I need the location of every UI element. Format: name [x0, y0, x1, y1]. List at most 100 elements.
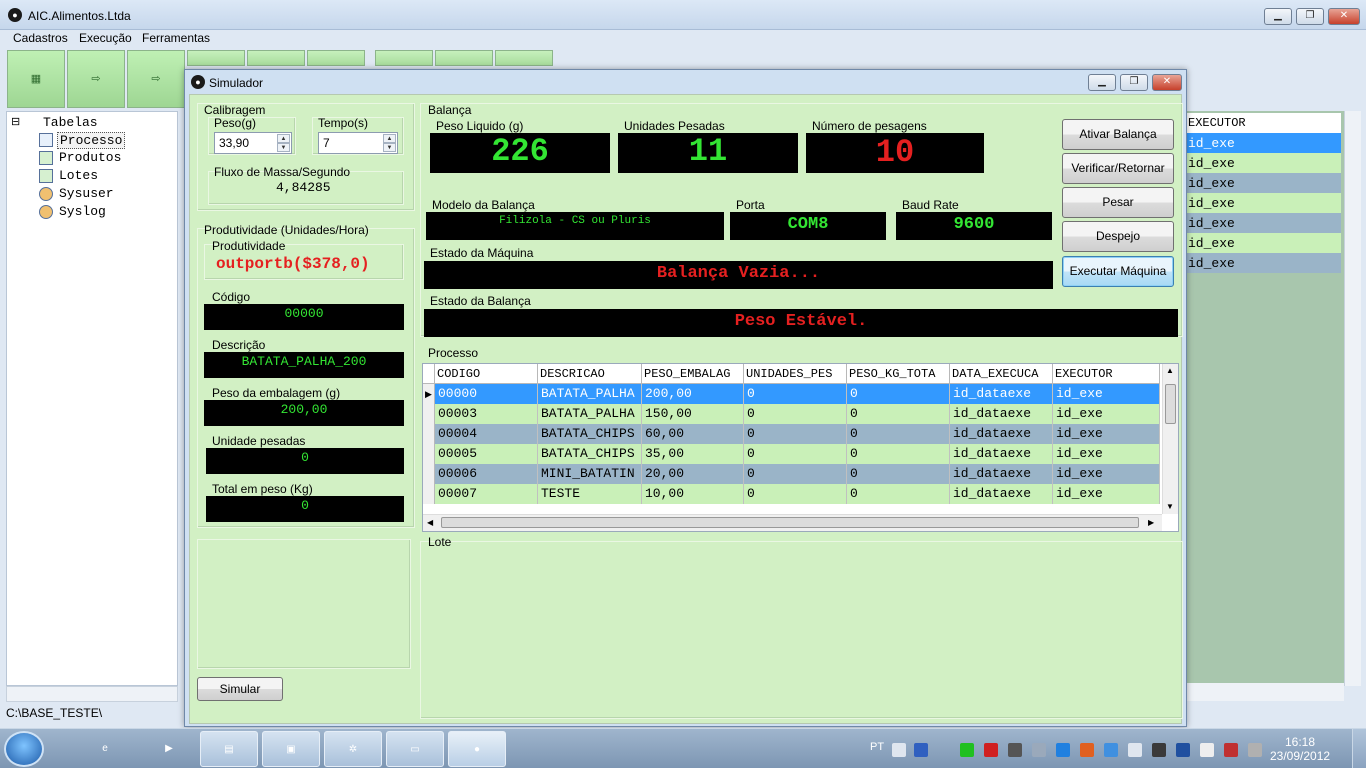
- background-grid-cell[interactable]: id_exe: [1186, 193, 1341, 213]
- tempo-input[interactable]: 7 ▲ ▼: [318, 132, 398, 154]
- table-cell[interactable]: id_dataexe: [950, 464, 1053, 484]
- table-cell[interactable]: 0: [847, 464, 950, 484]
- scroll-right-icon[interactable]: ▶: [1148, 518, 1154, 527]
- table-cell[interactable]: 0: [847, 384, 950, 404]
- table-row[interactable]: 00003 BATATA_PALHA 150,00 0 0 id_dataexe id_ex…: [423, 404, 1160, 424]
- row-indicator[interactable]: [423, 404, 435, 424]
- table-cell[interactable]: 0: [744, 424, 847, 444]
- table-cell[interactable]: 0: [847, 404, 950, 424]
- column-header[interactable]: UNIDADES_PES: [744, 364, 847, 384]
- tray-music-icon[interactable]: [1152, 743, 1166, 757]
- table-cell[interactable]: 35,00: [642, 444, 744, 464]
- table-cell[interactable]: id_dataexe: [950, 424, 1053, 444]
- table-row[interactable]: ▶ 00000 BATATA_PALHA 200,00 0 0 id_dataexe id_e…: [423, 384, 1160, 404]
- taskbar-media-icon[interactable]: ▶: [140, 731, 198, 767]
- peso-input[interactable]: 33,90 ▲ ▼: [214, 132, 292, 154]
- tree-root-tabelas[interactable]: Tabelas: [43, 115, 98, 130]
- toolbar-export2-button[interactable]: ⇨: [127, 50, 185, 108]
- tray-green-icon[interactable]: [960, 743, 974, 757]
- toolbar-button-8[interactable]: [435, 50, 493, 66]
- tree-item-processo[interactable]: Processo: [57, 132, 126, 149]
- table-cell[interactable]: 00000: [435, 384, 538, 404]
- row-indicator[interactable]: [423, 424, 435, 444]
- dialog-close-button[interactable]: ✕: [1152, 74, 1182, 91]
- toolbar-button-5[interactable]: [247, 50, 305, 66]
- peso-up-icon[interactable]: ▲: [277, 134, 290, 143]
- table-row[interactable]: 00005 BATATA_CHIPS 35,00 0 0 id_dataexe id_exe: [423, 444, 1160, 464]
- close-button[interactable]: ✕: [1328, 8, 1360, 25]
- table-cell[interactable]: 0: [744, 484, 847, 504]
- table-cell[interactable]: 00006: [435, 464, 538, 484]
- processo-grid[interactable]: CODIGO DESCRICAO PESO_EMBALAG UNIDADES_P…: [422, 363, 1179, 532]
- background-grid-cell[interactable]: id_exe: [1186, 133, 1341, 153]
- taskbar-ie-icon[interactable]: e: [76, 731, 134, 767]
- main-horizontal-scrollbar[interactable]: [1186, 683, 1344, 701]
- table-cell[interactable]: 00005: [435, 444, 538, 464]
- simular-button[interactable]: Simular: [197, 677, 283, 701]
- tree-item-syslog[interactable]: Syslog: [59, 204, 106, 219]
- table-cell[interactable]: id_exe: [1053, 384, 1160, 404]
- peso-down-icon[interactable]: ▼: [277, 143, 290, 152]
- tray-network-x-icon[interactable]: [1248, 743, 1262, 757]
- tray-acrobat-icon[interactable]: [984, 743, 998, 757]
- background-grid-cell[interactable]: id_exe: [1186, 213, 1341, 233]
- main-vertical-scrollbar[interactable]: [1344, 111, 1361, 686]
- table-cell[interactable]: id_exe: [1053, 484, 1160, 504]
- menu-ferramentas[interactable]: Ferramentas: [142, 31, 210, 45]
- restore-button[interactable]: ❐: [1296, 8, 1324, 25]
- grid-horizontal-scrollbar[interactable]: ◀ ▶: [423, 514, 1162, 531]
- tray-display-icon[interactable]: [1176, 743, 1190, 757]
- table-cell[interactable]: 0: [847, 444, 950, 464]
- tray-cloud-icon[interactable]: [1104, 743, 1118, 757]
- tree-item-produtos[interactable]: Produtos: [59, 150, 121, 165]
- scroll-down-icon[interactable]: ▼: [1166, 502, 1174, 511]
- tempo-up-icon[interactable]: ▲: [383, 134, 396, 143]
- tree-item-lotes[interactable]: Lotes: [59, 168, 98, 183]
- table-cell[interactable]: BATATA_PALHA: [538, 384, 642, 404]
- table-cell[interactable]: 0: [847, 484, 950, 504]
- column-header[interactable]: PESO_KG_TOTA: [847, 364, 950, 384]
- taskbar-settings-icon[interactable]: ✲: [324, 731, 382, 767]
- table-cell[interactable]: 0: [744, 384, 847, 404]
- table-cell[interactable]: 00003: [435, 404, 538, 424]
- pesar-button[interactable]: Pesar: [1062, 187, 1174, 218]
- table-cell[interactable]: id_exe: [1053, 444, 1160, 464]
- table-cell[interactable]: BATATA_CHIPS: [538, 424, 642, 444]
- keyboard-icon[interactable]: [892, 743, 906, 757]
- background-grid-cell[interactable]: id_exe: [1186, 253, 1341, 273]
- table-cell[interactable]: 200,00: [642, 384, 744, 404]
- tray-network-icon[interactable]: [1032, 743, 1046, 757]
- table-cell[interactable]: 60,00: [642, 424, 744, 444]
- row-indicator[interactable]: [423, 484, 435, 504]
- grid-vertical-scrollbar[interactable]: ▲ ▼: [1162, 364, 1178, 514]
- row-indicator[interactable]: [423, 464, 435, 484]
- table-cell[interactable]: 0: [847, 424, 950, 444]
- tray-orange-icon[interactable]: [1080, 743, 1094, 757]
- grid-vscroll-thumb[interactable]: [1165, 384, 1176, 424]
- table-cell[interactable]: id_dataexe: [950, 404, 1053, 424]
- table-cell[interactable]: TESTE: [538, 484, 642, 504]
- table-row[interactable]: 00006 MINI_BATATIN 20,00 0 0 id_dataexe id_exe: [423, 464, 1160, 484]
- minimize-button[interactable]: ▁: [1264, 8, 1292, 25]
- table-cell[interactable]: id_dataexe: [950, 384, 1053, 404]
- background-grid-cell[interactable]: id_exe: [1186, 153, 1341, 173]
- tree-item-sysuser[interactable]: Sysuser: [59, 186, 114, 201]
- toolbar-button-7[interactable]: [375, 50, 433, 66]
- table-cell[interactable]: 00007: [435, 484, 538, 504]
- table-cell[interactable]: BATATA_CHIPS: [538, 444, 642, 464]
- tempo-down-icon[interactable]: ▼: [383, 143, 396, 152]
- tree-collapse-icon[interactable]: ⊟: [11, 115, 20, 129]
- tray-device-icon[interactable]: [1200, 743, 1214, 757]
- volume-icon[interactable]: [1128, 743, 1142, 757]
- toolbar-button-9[interactable]: [495, 50, 553, 66]
- dialog-minimize-button[interactable]: ▁: [1088, 74, 1116, 91]
- dialog-restore-button[interactable]: ❐: [1120, 74, 1148, 91]
- table-cell[interactable]: id_dataexe: [950, 484, 1053, 504]
- table-cell[interactable]: id_exe: [1053, 464, 1160, 484]
- executar-maquina-button[interactable]: Executar Máquina: [1062, 256, 1174, 287]
- table-cell[interactable]: 0: [744, 404, 847, 424]
- column-header[interactable]: DESCRICAO: [538, 364, 642, 384]
- ativar-balanca-button[interactable]: Ativar Balança: [1062, 119, 1174, 150]
- verificar-retornar-button[interactable]: Verificar/Retornar: [1062, 153, 1174, 184]
- toolbar-button-4[interactable]: [187, 50, 245, 66]
